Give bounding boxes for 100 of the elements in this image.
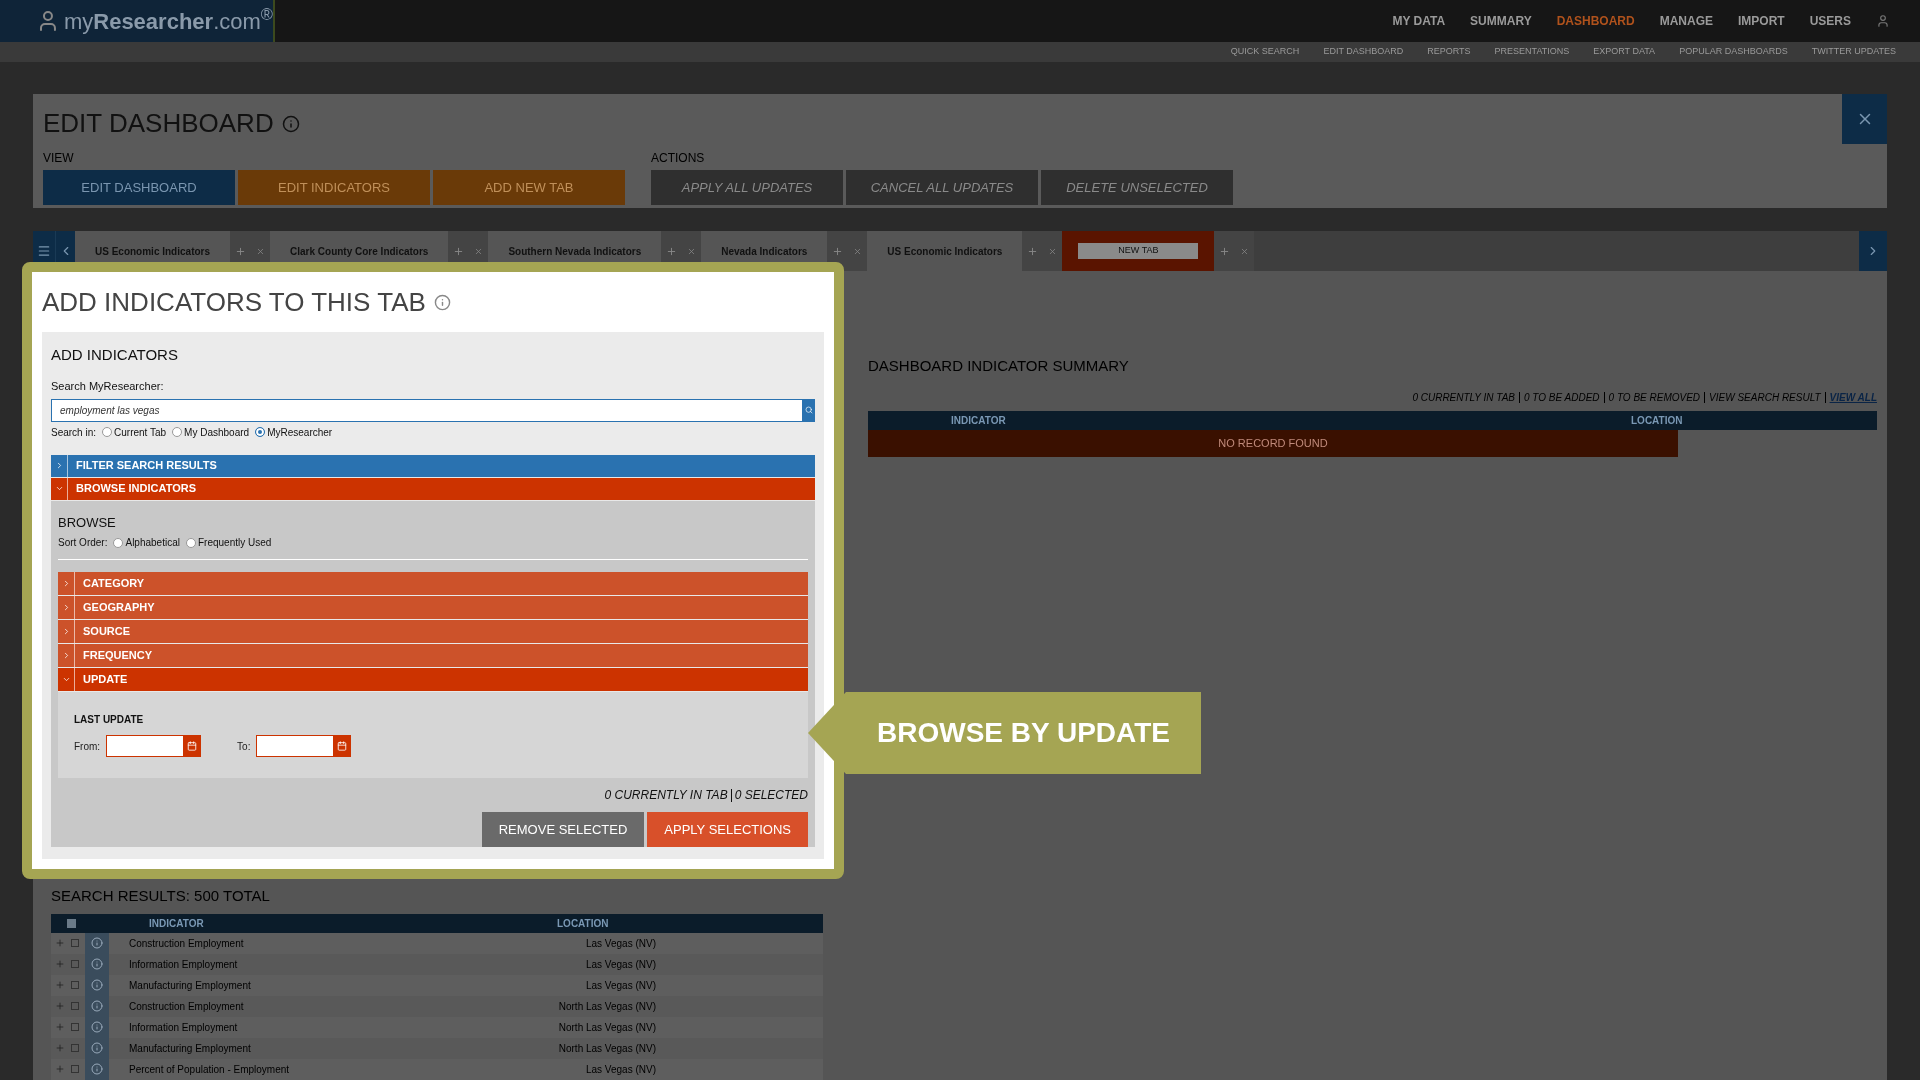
radio-button[interactable] xyxy=(102,427,113,437)
radio-label: Alphabetical xyxy=(125,536,180,550)
view-button[interactable]: EDIT INDICATORS xyxy=(238,170,430,205)
info-icon[interactable] xyxy=(91,1063,103,1075)
sub-nav-link[interactable]: TWITTER UPDATES xyxy=(1811,45,1896,59)
sub-nav-link[interactable]: POPULAR DASHBOARDS xyxy=(1679,45,1788,59)
summary-status: 0 CURRENTLY IN TAB xyxy=(1412,390,1515,405)
accordion-header[interactable]: UPDATE xyxy=(58,668,808,692)
radio-button[interactable] xyxy=(185,537,196,548)
plus-icon xyxy=(1026,245,1038,257)
tab-name-field[interactable]: NEW TAB xyxy=(1078,243,1199,259)
chevron-down-icon xyxy=(54,484,64,493)
menu-icon xyxy=(37,244,51,258)
info-icon[interactable] xyxy=(433,294,451,312)
info-icon[interactable] xyxy=(91,937,103,949)
info-icon[interactable] xyxy=(281,114,300,133)
popup-button[interactable]: APPLY SELECTIONS xyxy=(647,812,808,847)
expand-icon[interactable] xyxy=(55,980,65,990)
calendar-icon[interactable] xyxy=(186,741,197,751)
search-icon xyxy=(804,406,813,414)
radio-button[interactable] xyxy=(113,537,124,548)
view-button[interactable]: EDIT DASHBOARD xyxy=(43,170,235,205)
radio-button[interactable] xyxy=(172,427,183,437)
column-header: INDICATOR xyxy=(951,413,1007,428)
search-button[interactable] xyxy=(802,398,815,422)
plus-icon xyxy=(234,245,246,257)
expand-icon[interactable] xyxy=(55,1043,65,1053)
row-checkbox[interactable] xyxy=(71,939,79,947)
plus-icon xyxy=(452,245,464,257)
row-checkbox[interactable] xyxy=(71,960,79,968)
close-icon xyxy=(852,246,862,256)
sub-nav-link[interactable]: QUICK SEARCH xyxy=(1230,45,1300,59)
sub-nav-link[interactable]: EXPORT DATA xyxy=(1593,45,1656,59)
close-icon xyxy=(1239,246,1249,256)
sub-nav-link[interactable]: REPORTS xyxy=(1427,45,1471,59)
popup-button[interactable]: REMOVE SELECTED xyxy=(481,812,645,847)
nav-link[interactable]: MANAGE xyxy=(1659,12,1713,30)
sort-label: Sort Order: xyxy=(58,536,108,550)
search-field[interactable]: employment las vegas xyxy=(51,398,802,422)
close-icon xyxy=(1047,246,1057,256)
accordion-header[interactable]: FREQUENCY xyxy=(58,644,808,668)
accordion-header[interactable]: CATEGORY xyxy=(58,572,808,596)
expand-icon[interactable] xyxy=(55,1022,65,1032)
expand-icon[interactable] xyxy=(55,938,65,948)
radio-label: Current Tab xyxy=(114,425,167,440)
user-icon[interactable] xyxy=(1876,14,1890,28)
tab[interactable]: NEW TAB xyxy=(1062,231,1215,271)
radio-label: My Dashboard xyxy=(184,425,250,440)
row-checkbox[interactable] xyxy=(71,1002,79,1010)
table-cell-text: Las Vegas (NV) xyxy=(584,1062,656,1077)
row-checkbox[interactable] xyxy=(71,981,79,989)
nav-link[interactable]: SUMMARY xyxy=(1470,12,1532,30)
browse-title: BROWSE xyxy=(58,513,117,532)
table-row[interactable]: Manufacturing Employment North Las Vegas (NV) xyxy=(51,1037,823,1059)
table-row[interactable]: Construction Employment Las Vegas (NV) xyxy=(51,932,823,954)
sub-nav-link[interactable]: PRESENTATIONS xyxy=(1494,45,1570,59)
results-title: SEARCH RESULTS: 500 TOTAL xyxy=(51,886,271,906)
date-field[interactable] xyxy=(106,735,202,757)
info-icon[interactable] xyxy=(91,1000,103,1012)
accordion-header[interactable]: BROWSE INDICATORS xyxy=(51,477,815,501)
table-cell-text: North Las Vegas (NV) xyxy=(557,1041,656,1056)
view-button[interactable]: ADD NEW TAB xyxy=(433,170,625,205)
column-header: LOCATION xyxy=(1631,413,1683,428)
info-icon[interactable] xyxy=(91,979,103,991)
table-row[interactable]: Information Employment Las Vegas (NV) xyxy=(51,953,823,975)
table-row[interactable]: Information Employment North Las Vegas (NV) xyxy=(51,1016,823,1038)
close-button[interactable] xyxy=(1842,94,1887,144)
date-field[interactable] xyxy=(256,735,352,757)
radio-button[interactable] xyxy=(255,427,266,437)
table-cell-text: Information Employment xyxy=(129,1020,239,1035)
table-cell-text: Construction Employment xyxy=(129,936,245,951)
expand-icon[interactable] xyxy=(55,1001,65,1011)
accordion-header[interactable]: SOURCE xyxy=(58,620,808,644)
tab[interactable]: US Economic Indicators xyxy=(867,231,1023,271)
select-all-checkbox[interactable] xyxy=(67,918,76,928)
row-checkbox[interactable] xyxy=(71,1023,79,1031)
view-label: VIEW xyxy=(43,150,75,167)
info-icon[interactable] xyxy=(91,958,103,970)
nav-link[interactable]: IMPORT xyxy=(1738,12,1785,30)
table-row[interactable]: Manufacturing Employment Las Vegas (NV) xyxy=(51,974,823,996)
expand-icon[interactable] xyxy=(55,959,65,969)
section-title: ADD INDICATORS xyxy=(51,344,179,365)
nav-link[interactable]: MY DATA xyxy=(1392,12,1446,30)
row-checkbox[interactable] xyxy=(71,1044,79,1052)
empty-row: NO RECORD FOUND xyxy=(868,429,1678,457)
calendar-icon[interactable] xyxy=(336,741,347,751)
table-row[interactable]: Construction Employment North Las Vegas (NV) xyxy=(51,995,823,1017)
nav-link[interactable]: USERS xyxy=(1809,12,1851,30)
accordion-header[interactable]: GEOGRAPHY xyxy=(58,596,808,620)
nav-link[interactable]: DASHBOARD xyxy=(1556,12,1635,30)
sub-nav-link[interactable]: EDIT DASHBOARD xyxy=(1323,45,1404,59)
info-icon[interactable] xyxy=(91,1021,103,1033)
expand-icon[interactable] xyxy=(55,1064,65,1074)
column-header: LOCATION xyxy=(557,916,609,931)
table-cell-text: Las Vegas (NV) xyxy=(584,957,656,972)
table-row[interactable]: Percent of Population - Employment Las Vegas (NV) xyxy=(51,1058,823,1080)
plus-icon xyxy=(831,245,843,257)
row-checkbox[interactable] xyxy=(71,1065,79,1073)
accordion-header[interactable]: FILTER SEARCH RESULTS xyxy=(51,454,815,478)
info-icon[interactable] xyxy=(91,1042,103,1054)
